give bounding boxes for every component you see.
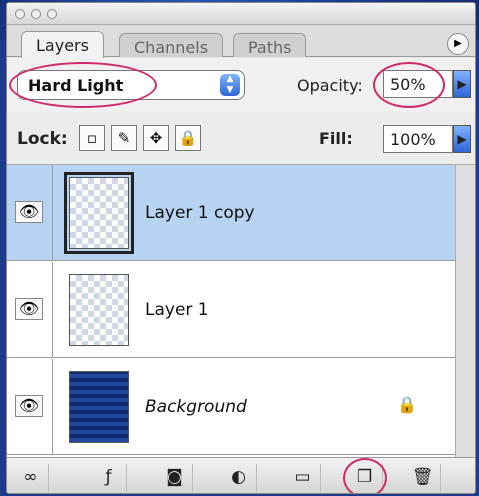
fill-slider-arrow-icon[interactable]: ▶	[453, 125, 471, 153]
lock-position-icon[interactable]: ✥	[143, 125, 169, 151]
fill-field[interactable]: 100%	[383, 125, 453, 153]
lock-icon: 🔒	[397, 395, 417, 414]
lock-transparency-icon[interactable]: ▫	[79, 125, 105, 151]
lock-all-icon[interactable]: 🔒	[175, 125, 201, 151]
lock-image-pixels-icon[interactable]: ✎	[111, 125, 137, 151]
lock-fill-row: Lock: ▫ ✎ ✥ 🔒 Fill: 100% ▶	[7, 113, 475, 165]
new-layer-highlight-circle	[343, 458, 387, 493]
tab-channels[interactable]: Channels	[119, 33, 224, 57]
blend-mode-highlight-circle	[9, 62, 157, 108]
layer-name: Layer 1	[145, 300, 209, 320]
opacity-slider-arrow-icon[interactable]: ▶	[453, 70, 471, 98]
eye-icon[interactable]: 👁	[15, 201, 43, 223]
eye-icon[interactable]: 👁	[15, 395, 43, 417]
opacity-label: Opacity:	[297, 76, 363, 95]
tab-paths[interactable]: Paths	[233, 33, 307, 57]
panel-menu-button[interactable]: ▶	[447, 33, 469, 55]
select-arrows-icon: ▲ ▼	[220, 74, 240, 96]
layers-scrollbar[interactable]	[455, 165, 475, 457]
tab-layers[interactable]: Layers	[21, 31, 104, 58]
opacity-highlight-circle	[373, 62, 445, 108]
bottom-toolbar: ∞ ƒ ◙ ◐ ▭ ❐ 🗑	[7, 457, 475, 493]
layer-row-background[interactable]: 👁 Background 🔒	[7, 359, 455, 455]
minimize-window-icon[interactable]	[31, 9, 41, 19]
layer-name: Background	[145, 397, 247, 417]
link-icon[interactable]: ∞	[13, 464, 49, 492]
fill-label: Fill:	[319, 129, 353, 148]
visibility-cell: 👁	[7, 165, 53, 260]
layer-name: Layer 1 copy	[145, 203, 255, 223]
panel-tabs: Layers Channels Paths ▶	[7, 25, 475, 58]
visibility-cell: 👁	[7, 262, 53, 357]
layers-list: 👁 Layer 1 copy 👁 Layer 1 👁 Background 🔒	[7, 165, 455, 457]
visibility-cell: 👁	[7, 359, 53, 454]
layer-thumbnail	[69, 371, 129, 443]
lock-label: Lock:	[17, 129, 68, 149]
folder-icon[interactable]: ▭	[285, 464, 321, 492]
mask-icon[interactable]: ◙	[157, 464, 193, 492]
close-window-icon[interactable]	[15, 9, 25, 19]
blend-opacity-row: Hard Light ▲ ▼ Opacity: 50% ▶	[7, 58, 475, 112]
layer-thumbnail	[64, 172, 134, 254]
layer-row-layer-1[interactable]: 👁 Layer 1	[7, 262, 455, 358]
title-bar	[7, 3, 475, 25]
trash-icon[interactable]: 🗑	[405, 464, 441, 492]
layer-style-icon[interactable]: ƒ	[91, 464, 127, 492]
layers-panel: Layers Channels Paths ▶ Hard Light ▲ ▼ Op…	[6, 2, 476, 494]
adjustment-layer-icon[interactable]: ◐	[221, 464, 257, 492]
layer-thumbnail	[69, 274, 129, 346]
eye-icon[interactable]: 👁	[15, 298, 43, 320]
zoom-window-icon[interactable]	[47, 9, 57, 19]
layer-row-layer-1-copy[interactable]: 👁 Layer 1 copy	[7, 165, 455, 261]
